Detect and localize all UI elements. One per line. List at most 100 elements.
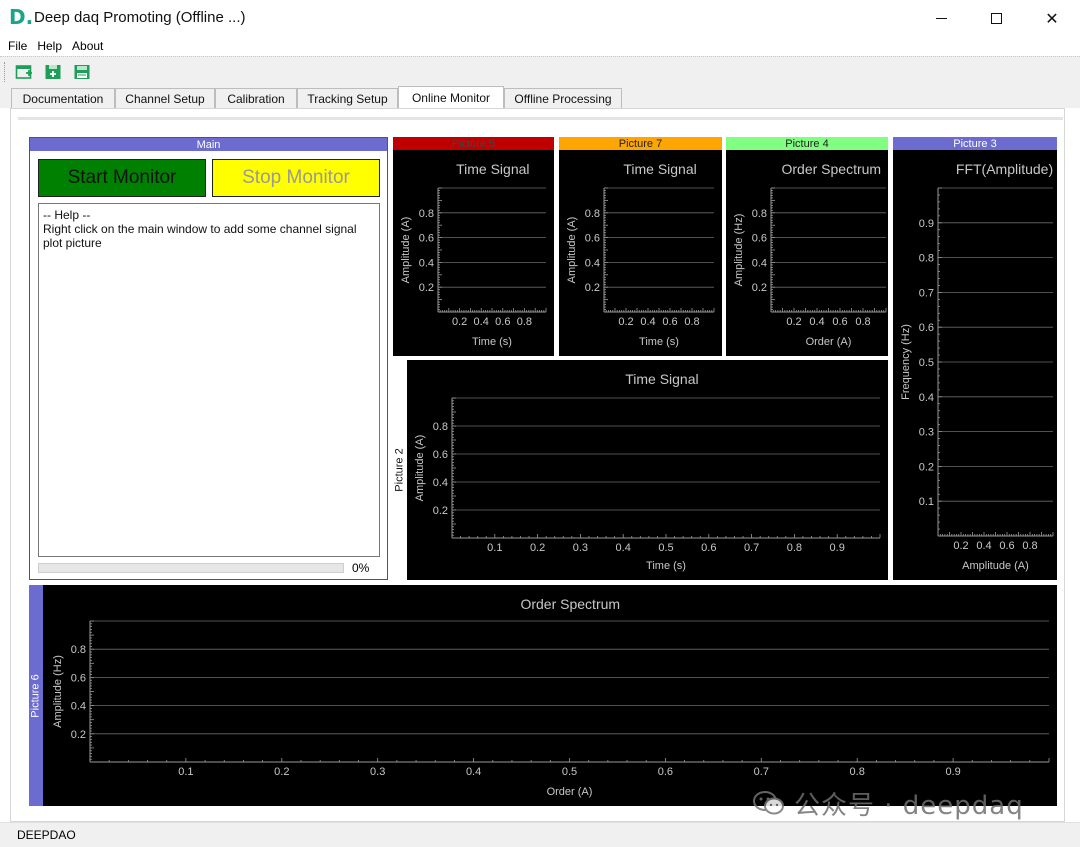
picture6-plot[interactable]: Order Spectrum 0.1 0.2 0.3 0.4 0.5 0.6 0.7 0.8 0.… xyxy=(43,585,1057,806)
minimize-icon xyxy=(935,17,947,19)
picture4-x-axis-label: Order (A) xyxy=(806,336,852,348)
picture5-plot[interactable]: Time Signal 0.2 0.4 0.6 0.8 0.2 0.4 0.6 0.8 Time … xyxy=(393,150,554,356)
picture3-chart-svg: FFT(Amplitude) 0.2 0.4 0.6 0.8 0.1 0.2 0.3 0.4 0.… xyxy=(900,161,1054,572)
menu-about[interactable]: About xyxy=(72,39,103,53)
minimize-button[interactable] xyxy=(913,0,969,36)
picture6-x-tick-label-5: 0.6 xyxy=(658,766,673,778)
picture5-y-tick-label-3: 0.8 xyxy=(419,208,434,220)
picture2-plot[interactable]: Time Signal 0.1 0.2 0.3 0.4 0.5 0.6 0.7 0.8 0.9 0.… xyxy=(407,360,888,580)
picture7-x-tick-label-0: 0.2 xyxy=(618,316,633,328)
picture7-x-tick-label-1: 0.4 xyxy=(640,316,655,328)
picture7-chart-title: Time Signal xyxy=(623,161,696,177)
picture2-y-tick-label-2: 0.6 xyxy=(433,449,448,461)
close-button[interactable]: ✕ xyxy=(1024,0,1080,36)
picture7-tab[interactable]: Picture 7 xyxy=(559,137,722,150)
picture3-chart-title: FFT(Amplitude) xyxy=(956,161,1053,177)
picture2-y-tick-label-0: 0.2 xyxy=(433,505,448,517)
monitor-progress-bar xyxy=(38,563,344,573)
picture3-x-axis-label: Amplitude (A) xyxy=(962,560,1029,572)
picture6-tab[interactable]: Picture 6 xyxy=(29,585,43,806)
picture7-x-tick-label-3: 0.8 xyxy=(684,316,699,328)
picture3-y-tick-label-7: 0.8 xyxy=(919,253,934,265)
picture4-plot[interactable]: Order Spectrum 0.2 0.4 0.6 0.8 0.2 0.4 0.6 0.8 Or… xyxy=(726,150,888,356)
tab-channel-setup[interactable]: Channel Setup xyxy=(115,88,215,108)
maximize-icon xyxy=(990,12,1002,24)
menu-help[interactable]: Help xyxy=(37,39,62,53)
picture2-x-tick-label-7: 0.8 xyxy=(787,542,802,554)
progress-percent: 0% xyxy=(352,561,370,575)
picture5-y-axis-label: Amplitude (A) xyxy=(400,217,412,284)
menu-bar: File Help About xyxy=(0,36,1080,56)
help-text-box[interactable]: -- Help -- Right click on the main windo… xyxy=(38,203,380,557)
maximize-button[interactable] xyxy=(968,0,1024,36)
picture2-tab[interactable]: Picture 2 xyxy=(393,360,406,580)
picture4-y-tick-label-3: 0.8 xyxy=(752,208,767,220)
picture2-x-axis-label: Time (s) xyxy=(646,560,686,572)
picture7-y-tick-label-0: 0.2 xyxy=(585,282,600,294)
wechat-icon xyxy=(753,791,784,815)
picture6-x-tick-label-3: 0.4 xyxy=(466,766,481,778)
picture5-y-tick-label-0: 0.2 xyxy=(419,282,434,294)
start-monitor-button[interactable]: Start Monitor xyxy=(38,159,206,197)
picture6-y-tick-label-1: 0.4 xyxy=(71,701,86,713)
picture3-y-tick-label-5: 0.6 xyxy=(919,322,934,334)
picture6-y-tick-label-0: 0.2 xyxy=(71,729,86,741)
open-project-button[interactable] xyxy=(44,63,62,81)
new-project-button[interactable] xyxy=(15,63,33,81)
picture3-plot[interactable]: FFT(Amplitude) 0.2 0.4 0.6 0.8 0.1 0.2 0.3 0.4 0.… xyxy=(893,150,1057,580)
picture2-x-tick-label-6: 0.7 xyxy=(744,542,759,554)
save-project-icon xyxy=(74,65,90,79)
picture3-x-tick-label-3: 0.8 xyxy=(1022,540,1037,552)
picture6-chart-svg: Order Spectrum 0.1 0.2 0.3 0.4 0.5 0.6 0.7 0.8 0.… xyxy=(52,596,1050,798)
status-bar: DEEPDAO xyxy=(0,822,1080,847)
picture2-x-tick-label-8: 0.9 xyxy=(830,542,845,554)
tab-online-monitor[interactable]: Online Monitor xyxy=(398,86,504,109)
picture5-y-tick-label-1: 0.4 xyxy=(419,257,434,269)
picture6-x-axis-label: Order (A) xyxy=(547,786,593,798)
picture6-y-tick-label-2: 0.6 xyxy=(71,672,86,684)
picture3-y-tick-label-2: 0.3 xyxy=(919,427,934,439)
picture7-y-tick-label-3: 0.8 xyxy=(585,208,600,220)
window-title: Deep daq Promoting (Offline ...) xyxy=(34,9,246,26)
picture7-y-tick-label-2: 0.6 xyxy=(585,233,600,245)
picture7-y-tick-label-1: 0.4 xyxy=(585,257,600,269)
tab-documentation[interactable]: Documentation xyxy=(11,88,115,108)
picture3-y-tick-label-3: 0.4 xyxy=(919,392,934,404)
picture2-y-axis-label: Amplitude (A) xyxy=(414,435,426,502)
picture5-chart-title: Time Signal xyxy=(456,161,529,177)
picture6-x-tick-label-6: 0.7 xyxy=(754,766,769,778)
toolbar-grip[interactable] xyxy=(4,62,6,82)
picture4-x-tick-label-2: 0.6 xyxy=(832,316,847,328)
picture4-y-axis-label: Amplitude (Hz) xyxy=(733,214,745,287)
picture3-tab[interactable]: Picture 3 xyxy=(893,137,1057,150)
picture7-plot[interactable]: Time Signal 0.2 0.4 0.6 0.8 0.2 0.4 0.6 0.8 Time … xyxy=(559,150,722,356)
picture7-chart-svg: Time Signal 0.2 0.4 0.6 0.8 0.2 0.4 0.6 0.8 Time … xyxy=(566,161,715,348)
picture6-tab-label: Picture 6 xyxy=(30,673,43,718)
picture5-x-axis-label: Time (s) xyxy=(472,336,512,348)
picture4-y-tick-label-2: 0.6 xyxy=(752,233,767,245)
open-project-icon xyxy=(45,65,61,79)
picture2-x-tick-label-0: 0.1 xyxy=(487,542,502,554)
stop-monitor-button[interactable]: Stop Monitor xyxy=(212,159,380,197)
main-panel-header: Main xyxy=(30,138,387,151)
picture4-x-tick-label-0: 0.2 xyxy=(786,316,801,328)
main-panel: Main Start Monitor Stop Monitor -- Help … xyxy=(29,137,388,580)
picture6-y-tick-label-3: 0.8 xyxy=(71,644,86,656)
picture6-chart-title: Order Spectrum xyxy=(520,596,620,612)
picture5-x-tick-label-1: 0.4 xyxy=(474,316,489,328)
picture5-tab[interactable]: Picture 5 xyxy=(393,137,554,150)
save-project-button[interactable] xyxy=(73,63,91,81)
picture4-chart-svg: Order Spectrum0.2 0.4 0.6 0.80.20.40.60.8Or… xyxy=(733,161,887,348)
tab-offline-processing[interactable]: Offline Processing xyxy=(504,88,622,108)
picture4-tab[interactable]: Picture 4 xyxy=(726,137,888,150)
status-text: DEEPDAO xyxy=(17,828,76,842)
picture5-x-tick-label-2: 0.6 xyxy=(495,316,510,328)
picture7-x-tick-label-2: 0.6 xyxy=(662,316,677,328)
tab-calibration[interactable]: Calibration xyxy=(215,88,297,108)
menu-file[interactable]: File xyxy=(8,39,27,53)
picture2-y-tick-label-1: 0.4 xyxy=(433,477,448,489)
picture3-y-tick-label-6: 0.7 xyxy=(919,287,934,299)
picture5-y-tick-label-2: 0.6 xyxy=(419,233,434,245)
title-bar: D. Deep daq Promoting (Offline ...) ✕ xyxy=(0,0,1080,36)
tab-tracking-setup[interactable]: Tracking Setup xyxy=(297,88,398,108)
